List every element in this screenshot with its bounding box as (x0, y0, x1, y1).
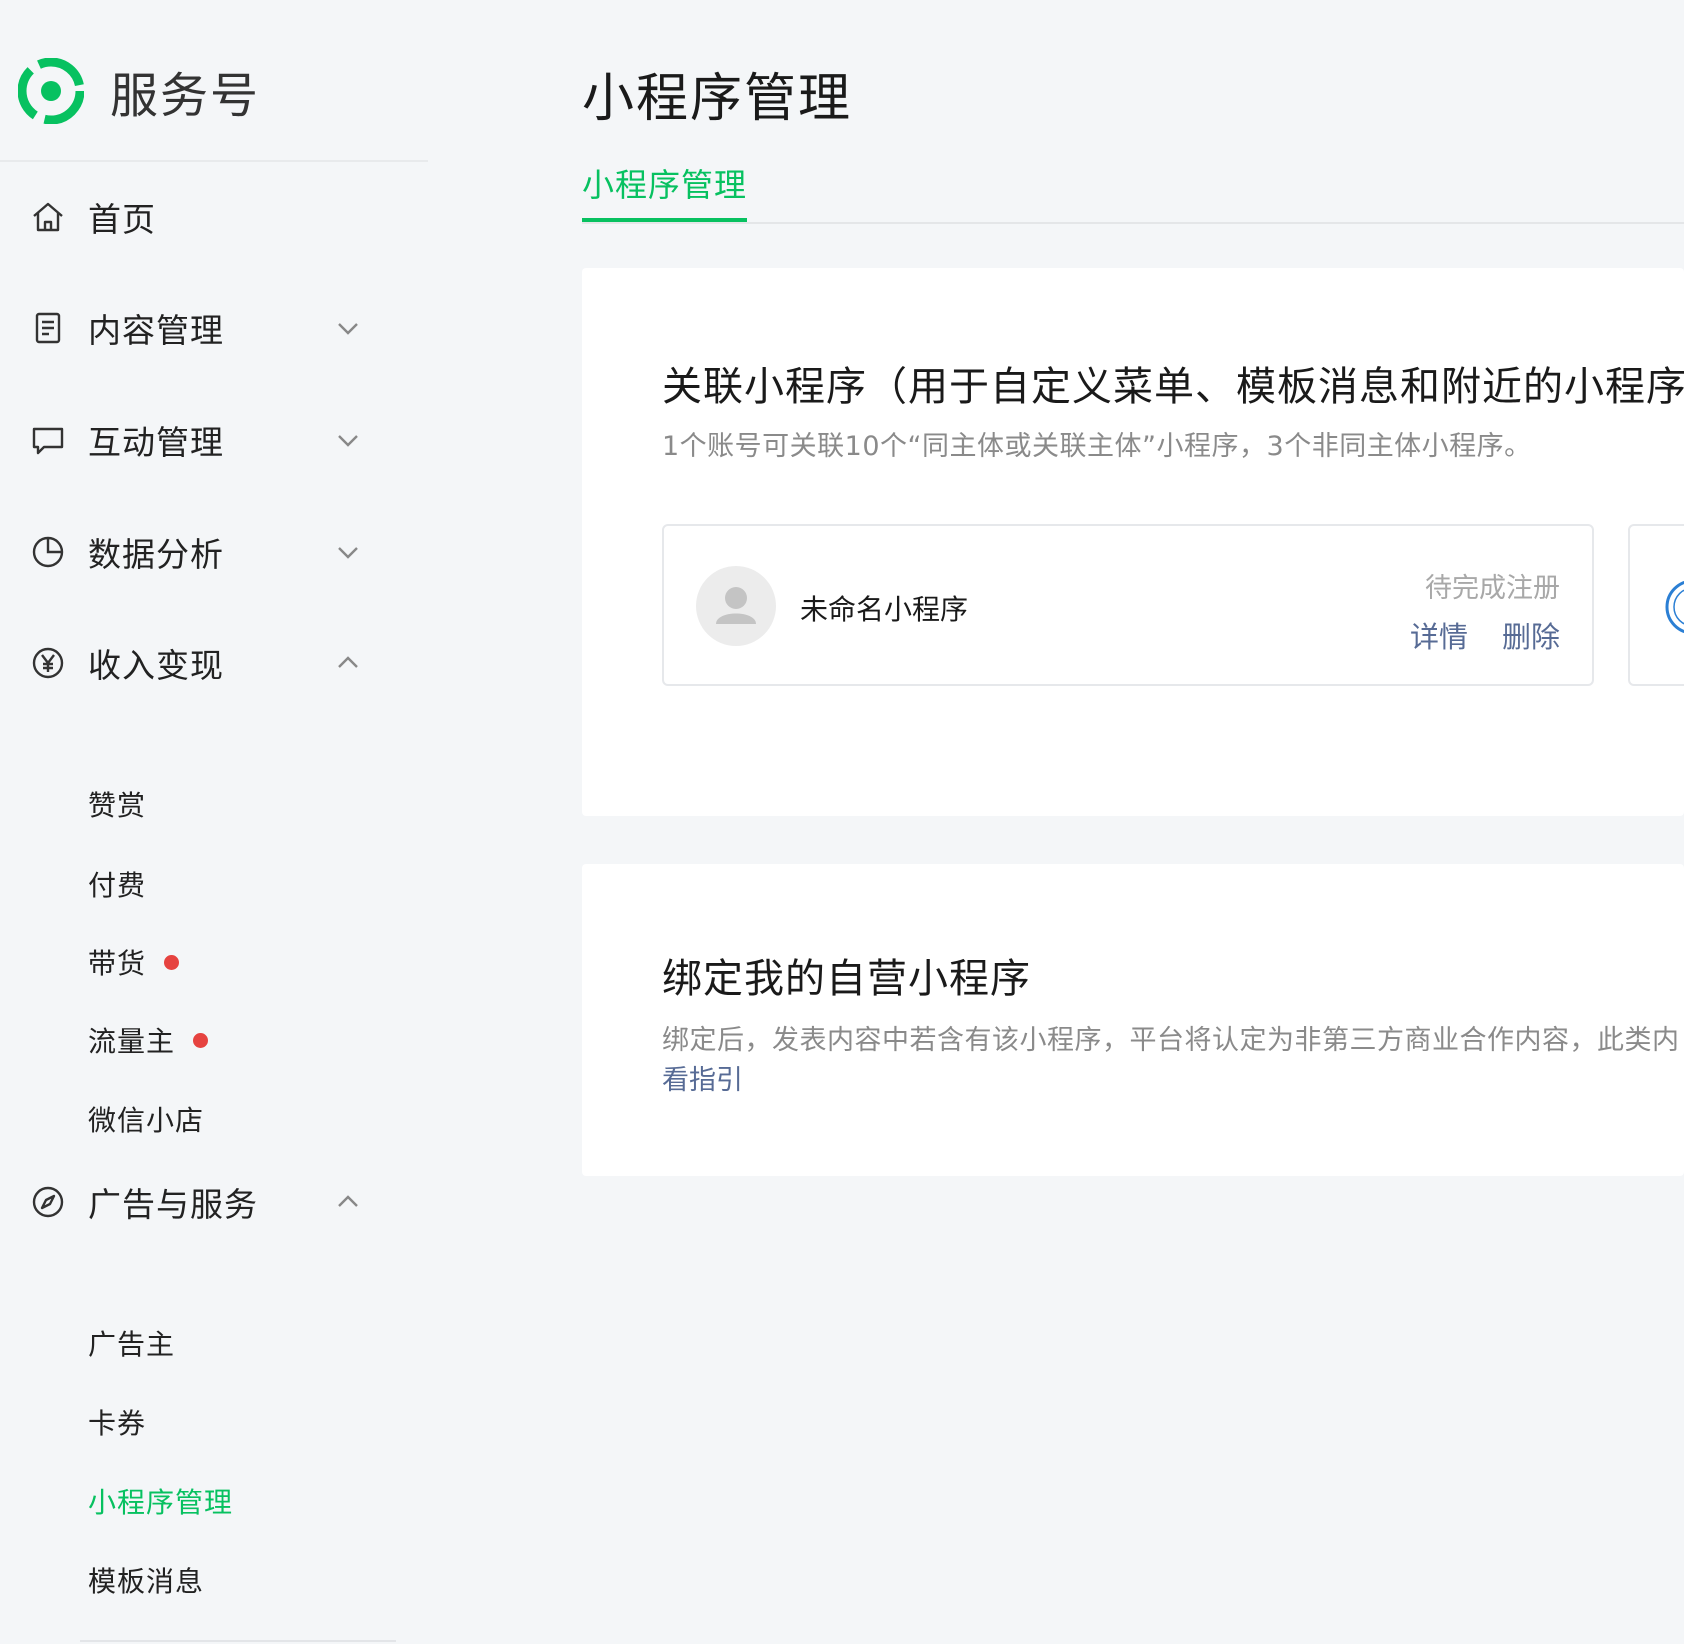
section-description: 绑定后，发表内容中若含有该小程序，平台将认定为非第三方商业合作内容，此类内 (662, 1025, 1680, 1056)
sidebar-subitem-label: 赞赏 (88, 789, 147, 822)
mini-program-name: 未命名小程序 (800, 593, 969, 626)
chevron-down-icon[interactable] (334, 426, 362, 454)
sidebar-subitem-label: 卡券 (88, 1407, 147, 1440)
tab-bar: 小程序管理 (582, 160, 1684, 224)
sidebar-item-home[interactable]: 首页 (0, 187, 400, 247)
sidebar-subitem-advertiser[interactable]: 广告主 (88, 1321, 175, 1365)
sidebar-subitem-template-messages[interactable]: 模板消息 (88, 1558, 204, 1602)
user-placeholder-icon (716, 587, 756, 624)
mini-program-actions: 详情 删除 (1410, 614, 1560, 656)
sidebar-subitem-wechat-shop[interactable]: 微信小店 (88, 1097, 204, 1141)
chevron-up-icon[interactable] (334, 1188, 362, 1216)
delete-link[interactable]: 删除 (1502, 620, 1560, 654)
notification-dot (193, 1032, 209, 1048)
status-label: 待完成注册 (1425, 573, 1560, 604)
chevron-down-icon[interactable] (334, 314, 362, 342)
sidebar-subitem-label: 付费 (88, 869, 147, 902)
document-icon (30, 310, 66, 346)
service-account-logo-icon (17, 57, 85, 125)
notification-dot (164, 954, 180, 970)
sidebar-subitem-reward[interactable]: 赞赏 (88, 782, 146, 826)
sidebar-subitem-mini-program-management[interactable]: 小程序管理 (88, 1479, 233, 1523)
sidebar-item-interaction[interactable]: 互动管理 (0, 410, 400, 470)
sidebar-item-ads-services[interactable]: 广告与服务 (0, 1172, 400, 1232)
seal-icon (1665, 581, 1684, 633)
tab-mini-program-management[interactable]: 小程序管理 (582, 160, 748, 222)
details-link[interactable]: 详情 (1410, 620, 1468, 654)
sidebar-subitem-label: 广告主 (88, 1328, 176, 1361)
sidebar-subitem-traffic-owner[interactable]: 流量主 (88, 1018, 209, 1062)
sidebar-item-label: 收入变现 (88, 646, 224, 685)
sidebar-subitem-label: 微信小店 (88, 1104, 205, 1137)
sidebar-subitem-sales[interactable]: 带货 (88, 940, 180, 984)
divider (0, 160, 428, 162)
sidebar-item-label: 内容管理 (88, 311, 224, 350)
sidebar-subitem-label: 带货 (88, 947, 147, 980)
sidebar: 服务号 首页 内容管理 互动管理 数据分析 收入变现 赞赏 付费 带货 流量主 … (0, 0, 428, 1644)
pie-chart-icon (30, 534, 66, 570)
sidebar-subitem-paid[interactable]: 付费 (88, 862, 146, 906)
sidebar-subitem-label: 小程序管理 (88, 1486, 234, 1519)
mini-program-card-partial[interactable] (1628, 524, 1684, 686)
sidebar-item-label: 广告与服务 (88, 1185, 258, 1224)
brand-name: 服务号 (110, 68, 261, 124)
sidebar-item-label: 数据分析 (88, 535, 224, 574)
chat-icon (30, 422, 66, 458)
avatar (696, 566, 776, 646)
yen-icon (30, 645, 66, 681)
chevron-up-icon[interactable] (334, 649, 362, 677)
brand[interactable]: 服务号 (17, 56, 261, 126)
sidebar-item-monetization[interactable]: 收入变现 (0, 633, 400, 693)
section-title: 关联小程序（用于自定义菜单、模板消息和附近的小程序） (662, 364, 1684, 410)
sidebar-subitem-label: 模板消息 (88, 1565, 205, 1598)
compass-icon (30, 1184, 66, 1220)
sidebar-item-content[interactable]: 内容管理 (0, 298, 400, 358)
section-description: 1个账号可关联10个“同主体或关联主体”小程序，3个非同主体小程序。 (662, 431, 1532, 462)
chevron-down-icon[interactable] (334, 538, 362, 566)
sidebar-item-label: 互动管理 (88, 423, 224, 462)
divider (80, 1640, 396, 1642)
sidebar-item-label: 首页 (88, 200, 156, 239)
sidebar-subitem-coupons[interactable]: 卡券 (88, 1400, 146, 1444)
linked-mini-programs-card: 关联小程序（用于自定义菜单、模板消息和附近的小程序） 1个账号可关联10个“同主… (582, 268, 1684, 816)
page-title: 小程序管理 (582, 69, 853, 129)
mini-program-card[interactable]: 未命名小程序 待完成注册 详情 删除 (662, 524, 1594, 686)
section-title: 绑定我的自营小程序 (662, 956, 1031, 1002)
bind-own-mini-program-card: 绑定我的自营小程序 绑定后，发表内容中若含有该小程序，平台将认定为非第三方商业合… (582, 864, 1684, 1176)
sidebar-item-analytics[interactable]: 数据分析 (0, 522, 400, 582)
sidebar-subitem-label: 流量主 (88, 1025, 176, 1058)
view-guide-link[interactable]: 看指引 (662, 1058, 743, 1097)
home-icon (30, 199, 66, 235)
